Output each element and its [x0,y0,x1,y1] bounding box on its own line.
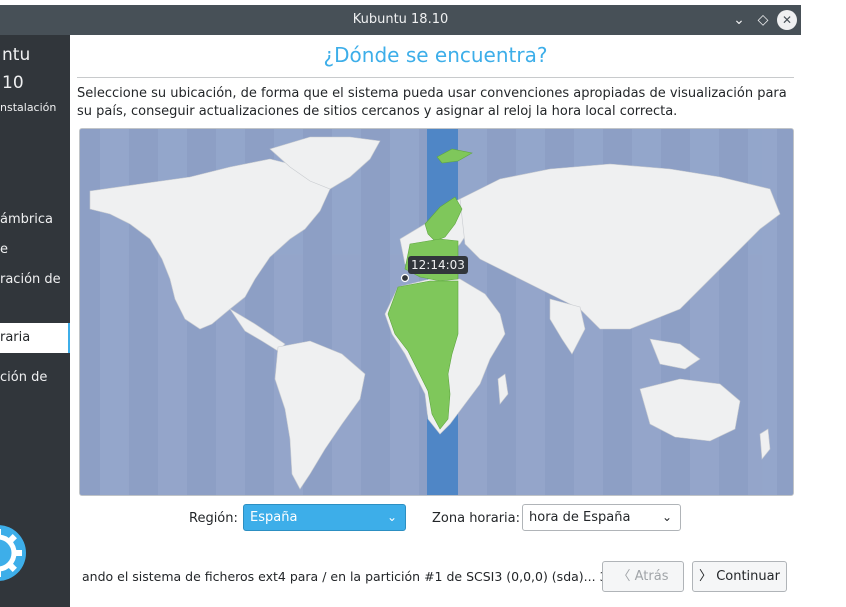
back-button-label: Atrás [634,569,669,584]
sidebar-step: ción de [0,370,48,385]
window-title: Kubuntu 18.10 [352,12,449,27]
divider [77,77,794,78]
timezone-combobox[interactable]: hora de España ⌄ [522,504,681,531]
sidebar-step: ración de [0,272,61,287]
kubuntu-logo-icon [0,525,26,581]
continue-button-label: Continuar [716,569,780,584]
back-button[interactable]: 〈 Atrás [602,561,684,592]
sidebar: ntu 10 nstalación ámbrica e ración de ra… [0,35,70,607]
sidebar-step: e [0,242,8,257]
page-description: Seleccione su ubicación, de forma que el… [77,86,787,119]
region-combobox[interactable]: España ⌄ [243,504,406,531]
chevron-down-icon: ⌄ [661,510,672,524]
zone-label: Zona horaria: [432,511,521,526]
install-status-text: ando el sistema de ficheros ext4 para / … [82,569,628,584]
zone-value: hora de España [529,510,631,525]
chevron-left-icon: 〈 [617,569,631,584]
region-value: España [250,510,298,525]
window-titlebar: Kubuntu 18.10 ⌄ ◇ ✕ [0,5,801,35]
time-tooltip: 12:14:03 [408,256,468,274]
world-map[interactable] [79,128,794,496]
location-pin-icon [400,273,410,283]
sidebar-step-active: raria [0,323,70,353]
sidebar-version: 10 [2,73,24,93]
diamond-icon[interactable]: ◇ [753,10,773,30]
continue-button[interactable]: 〉 Continuar [692,561,787,592]
page-title: ¿Dónde se encuentra? [323,43,548,67]
chevron-down-icon[interactable]: ⌄ [729,10,749,30]
sidebar-step: ámbrica [0,212,53,227]
sidebar-subtitle: nstalación [0,101,57,114]
sidebar-title: ntu [2,45,31,65]
region-label: Región: [189,511,238,526]
chevron-right-icon: 〉 [699,569,713,584]
chevron-down-icon: ⌄ [386,510,397,524]
close-icon[interactable]: ✕ [777,10,797,30]
main-panel: ¿Dónde se encuentra? Seleccione su ubica… [70,35,846,607]
